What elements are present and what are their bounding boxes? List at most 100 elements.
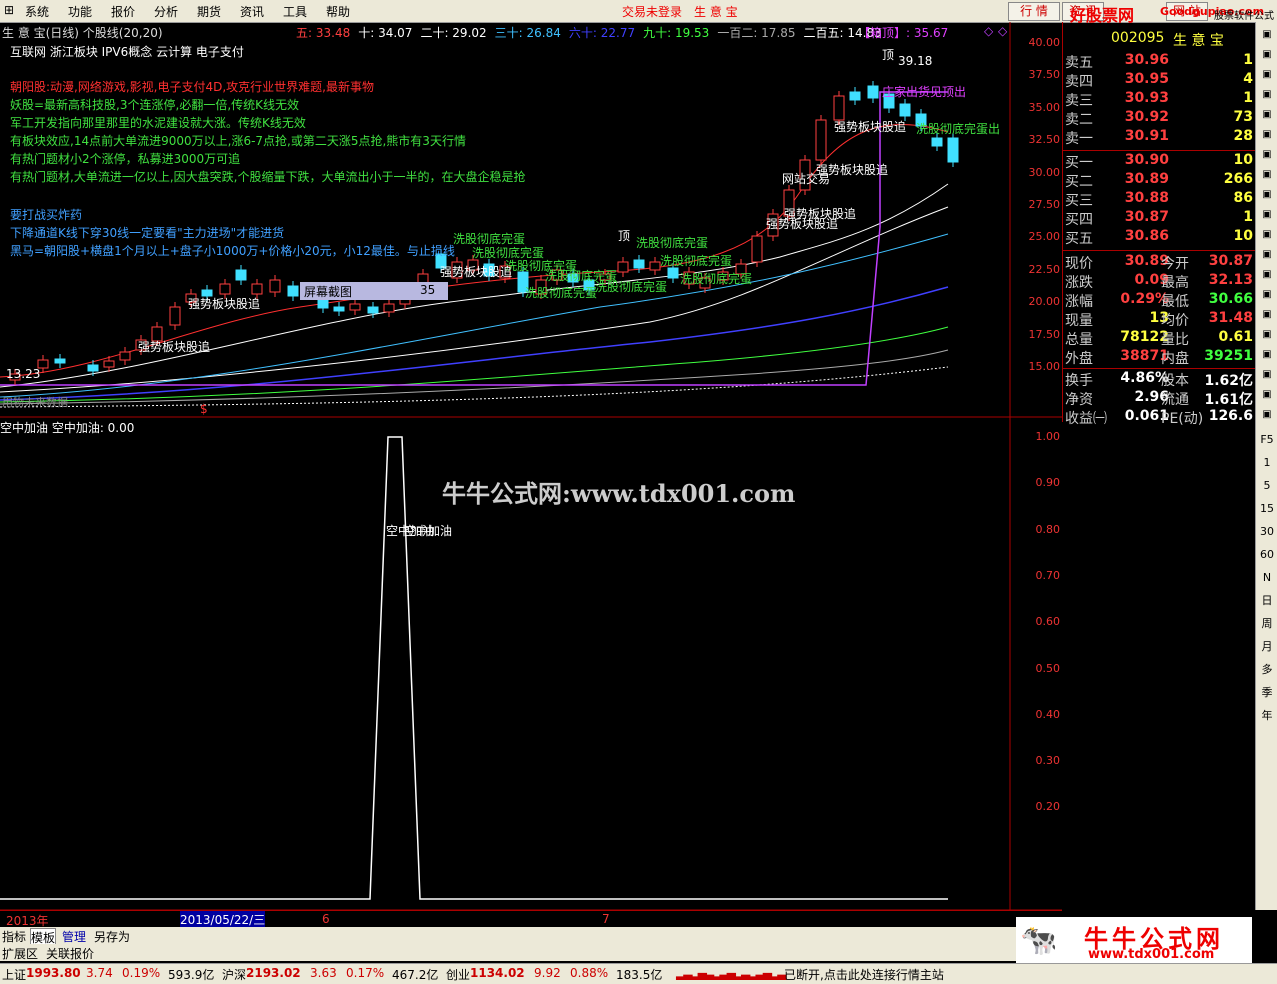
menu-item-analysis[interactable]: 分析 (154, 3, 178, 20)
period-button[interactable]: 年 (1258, 708, 1276, 724)
strategy-note: 下降通道K线下穿30线一定要看"主力进场"才能进货 (10, 226, 285, 240)
indicator-tick: 0.20 (1035, 800, 1061, 814)
toolbar-icon[interactable]: ▣ (1258, 207, 1276, 223)
menu-item-futures[interactable]: 期货 (197, 3, 221, 20)
toolbar-icon[interactable]: ▣ (1258, 347, 1276, 363)
menu-item-news[interactable]: 资讯 (240, 3, 264, 20)
toolbar-icon[interactable]: ▣ (1258, 127, 1276, 143)
toolbar-icon[interactable]: ▣ (1258, 67, 1276, 83)
menu-item-quote[interactable]: 报价 (111, 3, 135, 20)
indicator-peak-label-2: 空中加油 (404, 524, 453, 538)
price-tick: 17.50 (1028, 327, 1061, 341)
toolbar-icon[interactable]: ▣ (1258, 107, 1276, 123)
toolbar-icon[interactable]: ▣ (1258, 27, 1276, 43)
period-button[interactable]: 5 (1258, 478, 1276, 494)
ma-legend-item: 一百二: 17.85 (717, 26, 796, 40)
right-toolbar: ▣ ▣ ▣ ▣ ▣ ▣ ▣ ▣ ▣ ▣ ▣ ▣ ▣ ▣ ▣ ▣ ▣ ▣ ▣ ▣ … (1255, 22, 1277, 910)
stat-value: 0.61 (1218, 329, 1253, 345)
period-button[interactable]: 多 (1258, 662, 1276, 678)
divider (1063, 368, 1255, 369)
order-price: 30.88 (1124, 190, 1169, 206)
sh-change: 3.74 (86, 966, 113, 980)
connection-status[interactable]: 已断开,点击此处连接行情主站 (784, 966, 944, 983)
price-tick: 20.00 (1028, 295, 1061, 309)
candle (251, 283, 263, 295)
period-button[interactable]: 30 (1258, 524, 1276, 540)
period-button[interactable]: N (1258, 570, 1276, 586)
candle (947, 137, 959, 163)
period-button[interactable]: 月 (1258, 639, 1276, 655)
tab-save-as[interactable]: 另存为 (94, 928, 130, 945)
order-row-buy: 买五 30.86 10 (1063, 228, 1255, 247)
stat-label: 总量 (1065, 332, 1093, 348)
system-icon[interactable]: ⊞ (4, 3, 14, 17)
menu-item-system[interactable]: 系统 (25, 3, 49, 20)
stat-row: 涨幅 0.29% 最低 30.66 (1063, 291, 1255, 310)
stat-value: 30.87 (1208, 253, 1253, 269)
login-status[interactable]: 交易未登录 (622, 3, 682, 20)
toolbar-icon[interactable]: ▣ (1258, 167, 1276, 183)
toolbar-icon[interactable]: ▣ (1258, 367, 1276, 383)
order-volume: 266 (1223, 171, 1253, 187)
stat-label: 最高 (1161, 275, 1189, 291)
stat-label: 净资 (1065, 392, 1093, 408)
toolbar-icon[interactable]: ▣ (1258, 387, 1276, 403)
cursor-date: 2013/05/22/三 (180, 911, 266, 928)
indicator-tick: 0.40 (1035, 707, 1061, 721)
toolbar-icon[interactable]: ▣ (1258, 187, 1276, 203)
diamond-icon[interactable]: ◇ (998, 24, 1007, 38)
menu-item-function[interactable]: 功能 (68, 3, 92, 20)
stat-label: 内盘 (1161, 351, 1189, 367)
logo-url: www.tdx001.com (1088, 947, 1215, 962)
month-6: 6 (322, 912, 330, 926)
candle (169, 306, 181, 326)
order-row-sell: 卖一 30.91 28 (1063, 128, 1255, 147)
toolbar-icon[interactable]: ▣ (1258, 307, 1276, 323)
menu-bar: ⊞ 系统 功能 报价 分析 期货 资讯 工具 帮助 交易未登录 生 意 宝 行 … (0, 0, 1277, 25)
toolbar-icon[interactable]: ▣ (1258, 87, 1276, 103)
toolbar-icon[interactable]: ▣ (1258, 287, 1276, 303)
period-button[interactable]: F5 (1258, 432, 1276, 448)
period-button[interactable]: 季 (1258, 685, 1276, 701)
price-tick: 35.00 (1028, 100, 1061, 114)
period-button[interactable]: 60 (1258, 547, 1276, 563)
ma-legend-item: 三十: 26.84 (494, 26, 561, 40)
ma-legend-item: 二十: 29.02 (420, 26, 487, 40)
toolbar-icon[interactable]: ▣ (1258, 147, 1276, 163)
diamond-icon[interactable]: ◇ (984, 24, 993, 38)
price-tick: 32.50 (1028, 133, 1061, 147)
toolbar-icon[interactable]: ▣ (1258, 267, 1276, 283)
menu-item-tools[interactable]: 工具 (283, 3, 307, 20)
menu-item-help[interactable]: 帮助 (326, 3, 350, 20)
stat-label: 最低 (1161, 294, 1189, 310)
candle (219, 283, 231, 295)
tab-extension[interactable]: 扩展区 (2, 945, 38, 962)
order-volume: 73 (1233, 109, 1253, 125)
top-marker-1: 顶 (618, 229, 631, 243)
toolbar-icon[interactable]: ▣ (1258, 227, 1276, 243)
period-button[interactable]: 15 (1258, 501, 1276, 517)
wash-label-5: 洗股彻底完蛋 (525, 286, 598, 300)
toolbar-icon[interactable]: ▣ (1258, 407, 1276, 423)
tab-indicator[interactable]: 指标 (2, 928, 26, 945)
candle (815, 119, 827, 161)
period-button[interactable]: 日 (1258, 593, 1276, 609)
toolbar-icon[interactable]: ▣ (1258, 327, 1276, 343)
tab-related-quote[interactable]: 关联报价 (46, 945, 94, 962)
tab-manage[interactable]: 管理 (62, 928, 86, 945)
strategy-note: 朝阳股:动漫,网络游戏,影视,电子支付4D,攻克行业世界难题,最新事物 (10, 80, 374, 94)
quote-button[interactable]: 行 情 (1008, 2, 1060, 21)
chart-area[interactable]: 生 意 宝(日线) 个股线(20,20) 五: 33.48 十: 34.07 二十:… (0, 22, 1062, 910)
toolbar-icon[interactable]: ▣ (1258, 47, 1276, 63)
stat-row: 现量 13 均价 31.48 (1063, 310, 1255, 329)
period-button[interactable]: 1 (1258, 455, 1276, 471)
order-label: 买五 (1065, 231, 1093, 247)
dealer-out-label: 庄家出货见顶出 (882, 85, 967, 99)
stat-value: 32.13 (1208, 272, 1253, 288)
period-button[interactable]: 周 (1258, 616, 1276, 632)
toolbar-icon[interactable]: ▣ (1258, 247, 1276, 263)
stat-label: 均价 (1161, 313, 1189, 329)
candle (899, 103, 911, 117)
stat-label: 涨幅 (1065, 294, 1093, 310)
indicator-tick: 0.90 (1035, 476, 1061, 490)
